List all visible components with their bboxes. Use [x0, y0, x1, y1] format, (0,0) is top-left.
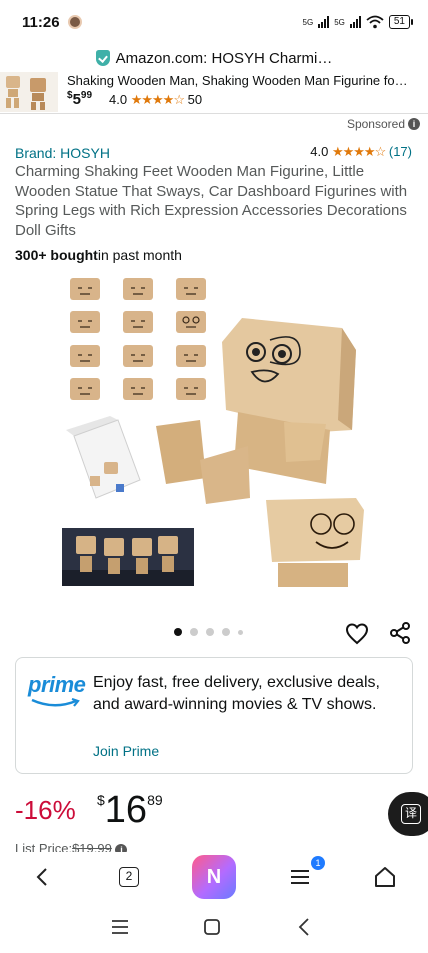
battery-icon: 51 — [388, 15, 414, 29]
brand-link[interactable]: Brand: HOSYH — [15, 145, 110, 161]
network-5g-label: 5G — [302, 17, 314, 27]
price-whole: 5 — [72, 91, 81, 108]
back-icon[interactable] — [28, 852, 56, 902]
secure-shield-icon — [95, 50, 110, 66]
star-rating-icon: ★★★★☆ — [130, 92, 185, 107]
bought-count: 300+ bought — [15, 247, 98, 263]
recent-apps-icon[interactable] — [111, 920, 129, 939]
prime-promo-card[interactable]: prime Enjoy fast, free delivery, exclusi… — [15, 657, 413, 774]
notification-avatar-icon — [67, 15, 82, 29]
carousel-dot-5[interactable] — [238, 629, 243, 635]
wifi-icon — [366, 15, 384, 29]
sponsored-product-rating: 4.0 ★★★★☆ 50 — [109, 92, 202, 108]
carousel-dot-3[interactable] — [206, 628, 214, 636]
discount-percent: -16% — [15, 795, 76, 825]
sponsored-product-thumbnail[interactable] — [0, 72, 58, 112]
ai-assistant-icon: N — [192, 855, 236, 899]
translate-icon: 译 — [401, 804, 421, 824]
menu-notification-badge: 1 — [311, 856, 325, 870]
status-icons: 5G 5G 51 — [302, 15, 414, 29]
price-cents: 89 — [147, 792, 163, 808]
prime-smile-icon — [31, 698, 80, 707]
sponsored-product-price: $599 — [67, 90, 92, 108]
product-rating[interactable]: 4.0 ★★★★☆ (17) — [310, 144, 412, 160]
dashboard-photo-image — [62, 528, 194, 586]
prime-logo: prime — [28, 672, 86, 707]
sponsored-label[interactable]: Sponsored i — [347, 117, 420, 131]
menu-icon[interactable] — [286, 852, 314, 902]
prime-logo-text: prime — [28, 672, 86, 697]
signal-icon — [318, 16, 330, 28]
status-bar: 11:26 5G 5G 51 — [0, 0, 428, 44]
url-title: Amazon.com: HOSYH Charmi… — [115, 49, 333, 67]
bought-in-past-month: 300+ boughtin past month — [15, 247, 182, 263]
system-navigation-bar — [0, 902, 428, 953]
url-bar[interactable]: Amazon.com: HOSYH Charmi… — [0, 44, 428, 72]
tabs-button[interactable]: 2 — [115, 852, 143, 902]
product-image-gallery[interactable] — [0, 270, 428, 610]
product-image[interactable] — [0, 270, 428, 610]
status-time: 11:26 — [22, 13, 60, 31]
price-symbol: $ — [97, 792, 105, 808]
rating-value: 4.0 — [109, 92, 128, 107]
translate-button[interactable]: 译 — [388, 792, 428, 836]
bought-period: in past month — [97, 247, 182, 263]
browser-toolbar: 2 N 1 — [0, 852, 428, 902]
home-icon[interactable] — [371, 852, 399, 902]
product-title: Charming Shaking Feet Wooden Man Figurin… — [15, 163, 408, 239]
sponsored-text: Sponsored — [346, 117, 405, 131]
review-count: 50 — [187, 92, 203, 107]
sponsored-product-banner[interactable]: Shaking Wooden Man, Shaking Wooden Man F… — [0, 72, 428, 114]
signal-icon-2 — [349, 16, 361, 28]
system-back-icon[interactable] — [298, 918, 310, 941]
carousel-dot-2[interactable] — [190, 628, 198, 636]
carousel-indicator[interactable] — [174, 628, 243, 636]
star-rating-icon: ★★★★☆ — [331, 144, 386, 159]
tabs-count: 2 — [119, 867, 139, 887]
carousel-dot-1[interactable] — [174, 628, 182, 636]
info-icon[interactable]: i — [408, 118, 420, 130]
product-price: $1689 — [97, 790, 163, 830]
rating-value: 4.0 — [310, 144, 329, 159]
sponsored-product-title[interactable]: Shaking Wooden Man, Shaking Wooden Man F… — [67, 73, 422, 88]
carousel-dot-4[interactable] — [222, 628, 230, 636]
price-whole: 16 — [104, 789, 148, 831]
join-prime-link[interactable]: Join Prime — [93, 743, 159, 759]
share-icon[interactable] — [388, 621, 412, 645]
prime-description: Enjoy fast, free delivery, exclusive dea… — [93, 674, 380, 713]
wishlist-heart-icon[interactable] — [345, 622, 369, 646]
review-count-link[interactable]: (17) — [389, 144, 412, 159]
ai-assistant-button[interactable]: N — [191, 852, 237, 902]
price-cents: 99 — [80, 90, 93, 101]
network-5g-label-2: 5G — [334, 17, 345, 27]
system-home-icon[interactable] — [204, 919, 220, 940]
